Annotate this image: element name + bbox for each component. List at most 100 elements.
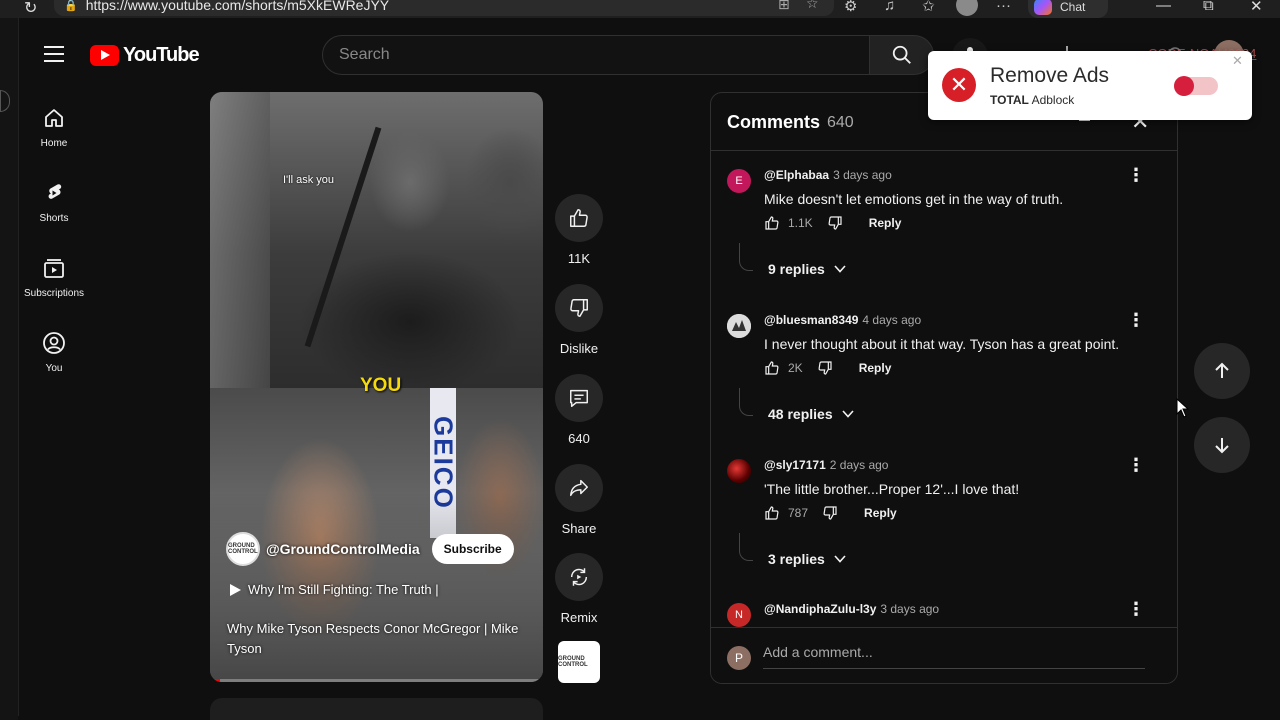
comment-author-line: @Elphabaa 3 days ago	[764, 168, 892, 182]
thread-line	[739, 243, 753, 271]
share-button[interactable]	[555, 464, 603, 512]
adblock-popup: ✕ Remove Ads TOTAL Adblock ✕	[928, 51, 1252, 120]
channel-avatar[interactable]: GROUND CONTROL	[226, 532, 260, 566]
remove-ads-toggle[interactable]	[1174, 76, 1218, 96]
thumbs-up-icon	[570, 209, 588, 227]
video-caption-bottom: YOU	[360, 375, 402, 396]
subscriptions-icon	[44, 259, 64, 278]
comment-avatar[interactable]	[727, 314, 751, 338]
close-popup-icon[interactable]: ✕	[1232, 53, 1243, 69]
search-button[interactable]	[870, 35, 934, 75]
browser-side-strip	[0, 18, 18, 720]
sidebar-item-subscriptions[interactable]: Subscriptions	[18, 256, 90, 299]
subscribe-button[interactable]: Subscribe	[431, 534, 514, 564]
sidebar-item-you[interactable]: You	[18, 331, 90, 374]
thread-line	[739, 388, 753, 416]
comment-count: 640	[568, 431, 590, 446]
dislike-button[interactable]	[555, 284, 603, 332]
chevron-down-icon	[834, 555, 846, 563]
channel-name[interactable]: @GroundControlMedia	[266, 541, 420, 557]
remix-icon	[570, 568, 588, 586]
comment-time[interactable]: 3 days ago	[833, 168, 892, 182]
comment-actions: 2K Reply	[764, 360, 891, 376]
reply-button[interactable]: Reply	[864, 506, 897, 520]
add-comment-bar: P Add a comment...	[711, 627, 1177, 683]
comment-author[interactable]: @sly17171	[764, 458, 826, 472]
view-replies-button[interactable]: 9 replies	[768, 261, 847, 277]
remix-action: Remix	[555, 553, 603, 625]
avatar-image-icon	[727, 314, 751, 338]
previous-video-button[interactable]	[1194, 343, 1250, 399]
sound-thumbnail[interactable]: GROUND CONTROL	[558, 641, 600, 683]
comment-time[interactable]: 2 days ago	[830, 458, 889, 472]
progress-fill	[210, 679, 220, 682]
comment-time[interactable]: 3 days ago	[880, 602, 939, 616]
like-button[interactable]	[555, 194, 603, 242]
reply-button[interactable]: Reply	[869, 216, 902, 230]
thumbs-down-icon[interactable]	[817, 360, 833, 376]
thumbs-down-icon[interactable]	[827, 215, 843, 231]
arrow-down-icon	[1215, 438, 1229, 454]
extensions-icon[interactable]: ⚙	[844, 0, 857, 15]
video-progress-bar[interactable]	[210, 679, 543, 682]
lock-icon: 🔒	[64, 0, 78, 12]
comment-actions: 1.1K Reply	[764, 215, 901, 231]
next-video-preview[interactable]	[210, 698, 543, 720]
remix-button[interactable]	[555, 553, 603, 601]
more-menu-icon[interactable]: ···	[996, 0, 1011, 14]
comment-author[interactable]: @Elphabaa	[764, 168, 829, 182]
favorites-icon[interactable]: ✩	[922, 0, 935, 15]
minimize-icon[interactable]: —	[1156, 0, 1171, 14]
favorite-star-icon[interactable]: ☆	[806, 0, 819, 12]
play-triangle-icon	[230, 583, 241, 596]
video-title-text-2[interactable]: Why Mike Tyson Respects Conor McGregor |…	[227, 619, 527, 659]
youtube-logo[interactable]: YouTube	[90, 44, 200, 67]
comment-more-icon[interactable]: ⋮	[1127, 600, 1145, 618]
share-action: Share	[555, 464, 603, 536]
comment-more-icon[interactable]: ⋮	[1127, 166, 1145, 184]
comments-button[interactable]	[555, 374, 603, 422]
sidebar-toggle-handle[interactable]	[0, 90, 10, 112]
app-available-icon[interactable]: ⊞	[778, 0, 790, 13]
comment-avatar[interactable]: N	[727, 603, 751, 627]
sidebar-item-home[interactable]: Home	[18, 106, 90, 149]
search-icon	[892, 45, 911, 64]
youtube-play-icon	[90, 45, 119, 66]
home-icon	[45, 109, 63, 127]
brand-bold: TOTAL	[990, 93, 1029, 107]
reply-button[interactable]: Reply	[859, 361, 892, 375]
sidebar-item-label: Subscriptions	[23, 288, 85, 299]
menu-icon[interactable]	[44, 46, 64, 62]
next-video-button[interactable]	[1194, 417, 1250, 473]
popup-title: Remove Ads	[990, 64, 1110, 87]
video-title-text-1: Why I'm Still Fighting: The Truth |	[248, 582, 439, 597]
address-bar[interactable]: 🔒 https://www.youtube.com/shorts/m5XkEWR…	[54, 0, 834, 16]
thumbs-down-icon	[570, 299, 588, 317]
view-replies-button[interactable]: 48 replies	[768, 406, 855, 422]
restore-icon[interactable]: ⧉	[1203, 0, 1214, 14]
browser-essentials-icon[interactable]: ♫	[884, 0, 895, 14]
search-input[interactable]	[322, 35, 870, 75]
thumbs-down-icon[interactable]	[822, 505, 838, 521]
refresh-icon[interactable]: ↻	[24, 0, 37, 18]
comment-author[interactable]: @NandiphaZulu-l3y	[764, 602, 876, 616]
comment-actions: 787 Reply	[764, 505, 897, 521]
comment-author[interactable]: @bluesman8349	[764, 313, 858, 327]
comment-more-icon[interactable]: ⋮	[1127, 311, 1145, 329]
add-comment-input[interactable]: Add a comment...	[763, 644, 1145, 669]
popup-brand: TOTAL Adblock	[990, 93, 1074, 107]
thumbs-up-icon[interactable]	[764, 505, 780, 521]
thread-line	[739, 533, 753, 561]
close-window-icon[interactable]: ✕	[1250, 0, 1263, 15]
comment-avatar[interactable]: E	[727, 169, 751, 193]
thumbs-up-icon[interactable]	[764, 360, 780, 376]
video-title-line[interactable]: Why I'm Still Fighting: The Truth |	[228, 582, 439, 597]
comment-time[interactable]: 4 days ago	[862, 313, 921, 327]
sidebar-item-shorts[interactable]: Shorts	[18, 181, 90, 224]
comment-more-icon[interactable]: ⋮	[1127, 456, 1145, 474]
copilot-chat-button[interactable]: Chat	[1028, 0, 1108, 18]
comment-avatar[interactable]	[727, 459, 751, 483]
view-replies-button[interactable]: 3 replies	[768, 551, 847, 567]
profile-avatar[interactable]	[956, 0, 978, 16]
thumbs-up-icon[interactable]	[764, 215, 780, 231]
